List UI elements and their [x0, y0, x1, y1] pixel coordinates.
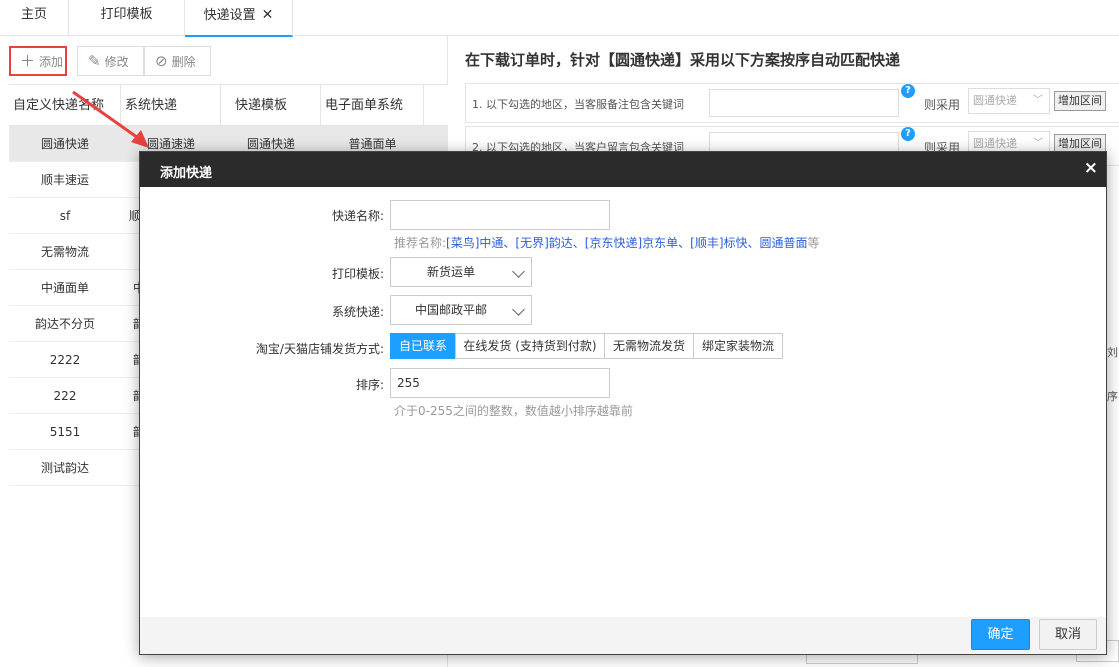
dialog-body: 快递名称: 推荐名称:[菜鸟]中通、[无界]韵达、[京东快递]京东单、[顺丰]标… [140, 187, 1106, 617]
hint-prefix: 推荐名称: [394, 236, 447, 250]
chevron-down-icon [512, 265, 525, 278]
add-button-label: 添加 [39, 55, 64, 69]
system-express-value: 中国邮政平邮 [414, 303, 487, 317]
dialog-header: 添加快递 × [140, 152, 1106, 187]
ship-option-no-logistics[interactable]: 无需物流发货 [604, 333, 694, 359]
help-icon[interactable]: ? [901, 127, 915, 141]
dialog-title: 添加快递 [160, 166, 213, 181]
hint-links[interactable]: [菜鸟]中通、[无界]韵达、[京东快递]京东单、[顺丰]标快、圆通普面 [446, 236, 807, 250]
tab-express-settings[interactable]: 快递设置 ✕ [185, 0, 293, 37]
cell-name: 中通面单 [40, 281, 89, 295]
tab-print-template[interactable]: 打印模板 [69, 0, 185, 36]
close-icon[interactable]: ✕ [262, 7, 274, 23]
cell-name: 5151 [49, 425, 81, 439]
peek-text: 序 [1107, 390, 1118, 403]
cell-name: sf [59, 209, 71, 223]
use-label: 则采用 [924, 98, 961, 112]
order-hint: 介于0-255之间的整数，数值越小排序越靠前 [394, 404, 633, 418]
tab-print-template-label: 打印模板 [100, 7, 153, 22]
rules-title: 在下载订单时，针对【圆通快递】采用以下方案按序自动匹配快递 [465, 51, 901, 69]
edit-button-label: 修改 [104, 55, 129, 69]
rule-text: 1. 以下勾选的地区，当客服备注包含关键词 [472, 98, 684, 111]
tab-home[interactable]: 主页 [0, 0, 69, 36]
annotation-arrow-icon [72, 90, 149, 148]
cell-name: 韵达不分页 [34, 317, 95, 331]
add-range-button[interactable]: 增加区间 [1054, 91, 1106, 111]
cell-name: 测试韵达 [40, 461, 89, 475]
system-label: 系统快递: [331, 305, 384, 319]
order-label: 排序: [355, 378, 384, 392]
plus-icon: ＋ [20, 52, 36, 70]
template-label: 打印模板: [331, 267, 384, 281]
cell-name: 无需物流 [40, 245, 89, 259]
rule-row: 1. 以下勾选的地区，当客服备注包含关键词 ? 则采用 圆通快递 ﹀ 增加区间 [465, 83, 1119, 123]
order-input[interactable]: 255 [390, 368, 610, 398]
print-template-select[interactable]: 新货运单 [390, 257, 532, 287]
name-hint: 推荐名称:[菜鸟]中通、[无界]韵达、[京东快递]京东单、[顺丰]标快、圆通普面… [394, 234, 820, 251]
chevron-down-icon [512, 303, 525, 316]
print-template-value: 新货运单 [426, 265, 475, 279]
express-name-input[interactable] [390, 200, 610, 230]
tab-home-label: 主页 [20, 7, 47, 22]
ship-option-self[interactable]: 自已联系 [390, 333, 456, 359]
delete-button[interactable]: ⊘ 删除 [144, 46, 211, 76]
express-select-value: 圆通快递 [973, 137, 1017, 150]
close-icon[interactable]: × [1084, 158, 1098, 178]
confirm-button[interactable]: 确定 [971, 619, 1030, 650]
dialog-footer: 确定 取消 [140, 617, 1106, 654]
cell-name: 顺丰速运 [40, 173, 89, 187]
ship-method-label: 淘宝/天猫店铺发货方式: [255, 342, 384, 356]
tab-bar: 主页 打印模板 快递设置 ✕ [0, 0, 1119, 37]
delete-button-label: 删除 [171, 55, 196, 69]
cell-name: 2222 [49, 353, 81, 367]
chevron-down-icon: ﹀ [1033, 95, 1043, 106]
cancel-button[interactable]: 取消 [1039, 619, 1097, 650]
keyword-input[interactable] [709, 89, 899, 117]
name-label: 快递名称: [331, 209, 384, 223]
system-express-select[interactable]: 中国邮政平邮 [390, 295, 532, 325]
edit-button[interactable]: ✎ 修改 [77, 46, 144, 76]
column-header[interactable]: 电子面单系统 [321, 85, 424, 127]
ship-option-online[interactable]: 在线发货 (支持货到付款) [455, 333, 605, 359]
express-select-value: 圆通快递 [973, 94, 1017, 107]
ban-icon: ⊘ [155, 52, 168, 70]
add-button[interactable]: ＋添加 [9, 46, 67, 76]
add-express-dialog: 添加快递 × 快递名称: 推荐名称:[菜鸟]中通、[无界]韵达、[京东快递]京东… [139, 151, 1107, 655]
column-header[interactable]: 快递模板 [221, 85, 321, 127]
tab-express-settings-label: 快递设置 [203, 8, 256, 23]
ship-option-furniture[interactable]: 绑定家装物流 [693, 333, 783, 359]
edit-icon: ✎ [88, 52, 101, 70]
cell-name: 222 [53, 389, 77, 403]
peek-text: 刘 [1107, 346, 1118, 359]
express-select[interactable]: 圆通快递 ﹀ [968, 88, 1050, 114]
help-icon[interactable]: ? [901, 84, 915, 98]
hint-suffix: 等 [807, 236, 820, 250]
